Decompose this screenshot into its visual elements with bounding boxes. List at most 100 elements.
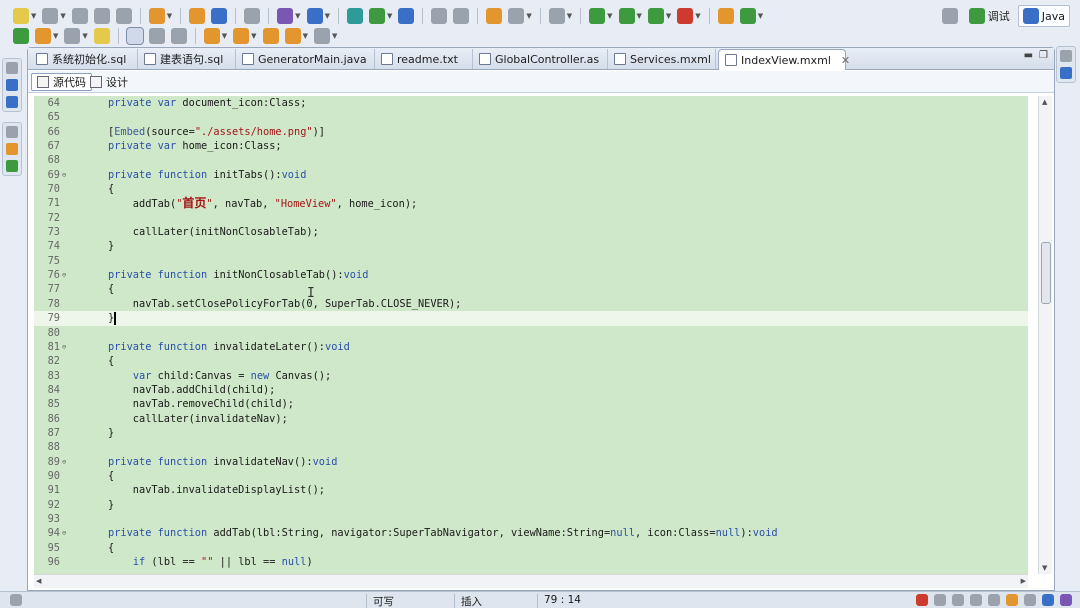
search-icon[interactable]: [306, 8, 323, 24]
perspective-debug[interactable]: 调试: [965, 6, 1014, 26]
code-line[interactable]: 75: [34, 254, 1028, 268]
back-icon[interactable]: [284, 28, 301, 44]
next-annotation-icon[interactable]: [203, 28, 220, 44]
tab-index-view[interactable]: IndexView.mxml ✕: [718, 49, 850, 70]
restore-icon[interactable]: [6, 126, 18, 138]
restore-icon[interactable]: [988, 594, 1000, 606]
navigator-icon[interactable]: [6, 96, 18, 108]
chevron-down-icon[interactable]: ▼: [695, 12, 700, 20]
tab-services[interactable]: Services.mxml: [608, 49, 716, 69]
fold-toggle-icon[interactable]: ⊖: [62, 268, 66, 282]
code-editor[interactable]: 64 private var document_icon:Class; 65 66 [E…: [34, 96, 1028, 574]
code-line[interactable]: 65: [34, 110, 1028, 124]
tasks-icon[interactable]: [1006, 594, 1018, 606]
code-line[interactable]: 90 {: [34, 469, 1028, 483]
code-line[interactable]: 78 navTab.setClosePolicyForTab(0, SuperT…: [34, 297, 1028, 311]
code-line[interactable]: 68: [34, 153, 1028, 167]
code-line[interactable]: 72: [34, 211, 1028, 225]
code-line[interactable]: 96 if (lbl == "" || lbl == null): [34, 555, 1028, 569]
external-tools-icon[interactable]: [677, 8, 694, 24]
debug-icon[interactable]: [589, 8, 606, 24]
wrench-icon[interactable]: [64, 28, 81, 44]
code-line[interactable]: 70 {: [34, 182, 1028, 196]
whitespace-icon[interactable]: [170, 28, 187, 44]
restore-icon[interactable]: [1060, 50, 1072, 62]
vertical-scrollbar[interactable]: ▲ ▼: [1038, 96, 1052, 574]
annotate-icon[interactable]: [277, 8, 294, 24]
close-icon[interactable]: ✕: [841, 54, 850, 67]
open-perspective-icon[interactable]: [941, 8, 958, 24]
scroll-left-icon[interactable]: ◀: [36, 577, 41, 585]
code-line[interactable]: 94 ⊖ private function addTab(lbl:String, n…: [34, 526, 1028, 540]
gear-icon[interactable]: [717, 8, 734, 24]
run-external-icon[interactable]: [368, 8, 385, 24]
code-line[interactable]: 83 var child:Canvas = new Canvas();: [34, 369, 1028, 383]
code-line[interactable]: 85 navTab.removeChild(child);: [34, 397, 1028, 411]
horizontal-scrollbar[interactable]: ◀ ▶: [34, 574, 1028, 588]
code-line[interactable]: 88: [34, 440, 1028, 454]
open-folder-icon[interactable]: [13, 28, 29, 44]
refresh-icon[interactable]: [739, 8, 756, 24]
forward-icon[interactable]: [313, 28, 330, 44]
scroll-up-icon[interactable]: ▲: [1042, 98, 1047, 106]
new-wizard-icon[interactable]: [148, 8, 165, 24]
source-mode-button[interactable]: 源代码: [31, 73, 92, 91]
code-line[interactable]: 77 {: [34, 282, 1028, 296]
toggle-mark-occurrences-icon[interactable]: [125, 27, 144, 45]
fold-toggle-icon[interactable]: ⊖: [62, 340, 66, 354]
code-line[interactable]: 76 ⊖ private function initNonClosableTab()…: [34, 268, 1028, 282]
class-icon[interactable]: [211, 8, 228, 24]
code-line[interactable]: 64 private var document_icon:Class;: [34, 96, 1028, 110]
save-icon[interactable]: [71, 8, 88, 24]
chevron-down-icon[interactable]: ▼: [526, 12, 531, 20]
last-edit-icon[interactable]: [262, 28, 279, 44]
maximize-icon[interactable]: ❐: [1039, 50, 1048, 61]
screen-icon[interactable]: [508, 8, 525, 24]
chevron-down-icon[interactable]: ▼: [31, 12, 36, 20]
tab-sql-init[interactable]: 系统初始化.sql: [30, 49, 138, 69]
chevron-down-icon[interactable]: ▼: [295, 12, 300, 20]
scroll-down-icon[interactable]: ▼: [1042, 564, 1047, 572]
no-entry-icon[interactable]: [916, 594, 928, 606]
globe-icon[interactable]: [398, 8, 415, 24]
code-line[interactable]: 73 callLater(initNonClosableTab);: [34, 225, 1028, 239]
run-icon[interactable]: [618, 8, 635, 24]
scroll-right-icon[interactable]: ▶: [1021, 577, 1026, 585]
chevron-down-icon[interactable]: ▼: [303, 32, 308, 40]
code-line[interactable]: 87}: [34, 426, 1028, 440]
block-select-icon[interactable]: [148, 28, 165, 44]
monitor-icon[interactable]: [486, 8, 503, 24]
search-results-icon[interactable]: [1024, 594, 1036, 606]
console-icon[interactable]: [952, 594, 964, 606]
open-file-icon[interactable]: [35, 28, 51, 44]
chevron-down-icon[interactable]: ▼: [758, 12, 763, 20]
scroll-thumb[interactable]: [1041, 242, 1051, 304]
minimize-icon[interactable]: ▬: [1024, 50, 1033, 61]
chevron-down-icon[interactable]: ▼: [82, 32, 87, 40]
restore-icon[interactable]: [6, 62, 18, 74]
code-line[interactable]: 82 {: [34, 354, 1028, 368]
chevron-down-icon[interactable]: ▼: [53, 32, 58, 40]
code-line[interactable]: 92}: [34, 498, 1028, 512]
chevron-down-icon[interactable]: ▼: [332, 32, 337, 40]
tab-readme[interactable]: readme.txt: [375, 49, 473, 69]
problems-icon[interactable]: [970, 594, 982, 606]
task-list-icon[interactable]: [1060, 67, 1072, 79]
back-history-icon[interactable]: [431, 8, 448, 24]
progress-icon[interactable]: [1042, 594, 1054, 606]
print-icon[interactable]: [115, 8, 132, 24]
prev-annotation-icon[interactable]: [233, 28, 250, 44]
perspective-java[interactable]: Java: [1017, 5, 1070, 27]
coverage-icon[interactable]: [647, 8, 664, 24]
code-line[interactable]: 93: [34, 512, 1028, 526]
tab-sql-ddl[interactable]: 建表语句.sql: [138, 49, 236, 69]
package-icon[interactable]: [189, 8, 206, 24]
tab-generator-main[interactable]: GeneratorMain.java: [236, 49, 375, 69]
chevron-down-icon[interactable]: ▼: [637, 12, 642, 20]
outline-icon[interactable]: [6, 143, 18, 155]
design-mode-button[interactable]: 设计: [84, 73, 134, 91]
chevron-down-icon[interactable]: ▼: [60, 12, 65, 20]
code-line[interactable]: 81 ⊖ private function invalidateLater():vo…: [34, 340, 1028, 354]
save-all-icon[interactable]: [93, 8, 110, 24]
code-line[interactable]: 91 navTab.invalidateDisplayList();: [34, 483, 1028, 497]
